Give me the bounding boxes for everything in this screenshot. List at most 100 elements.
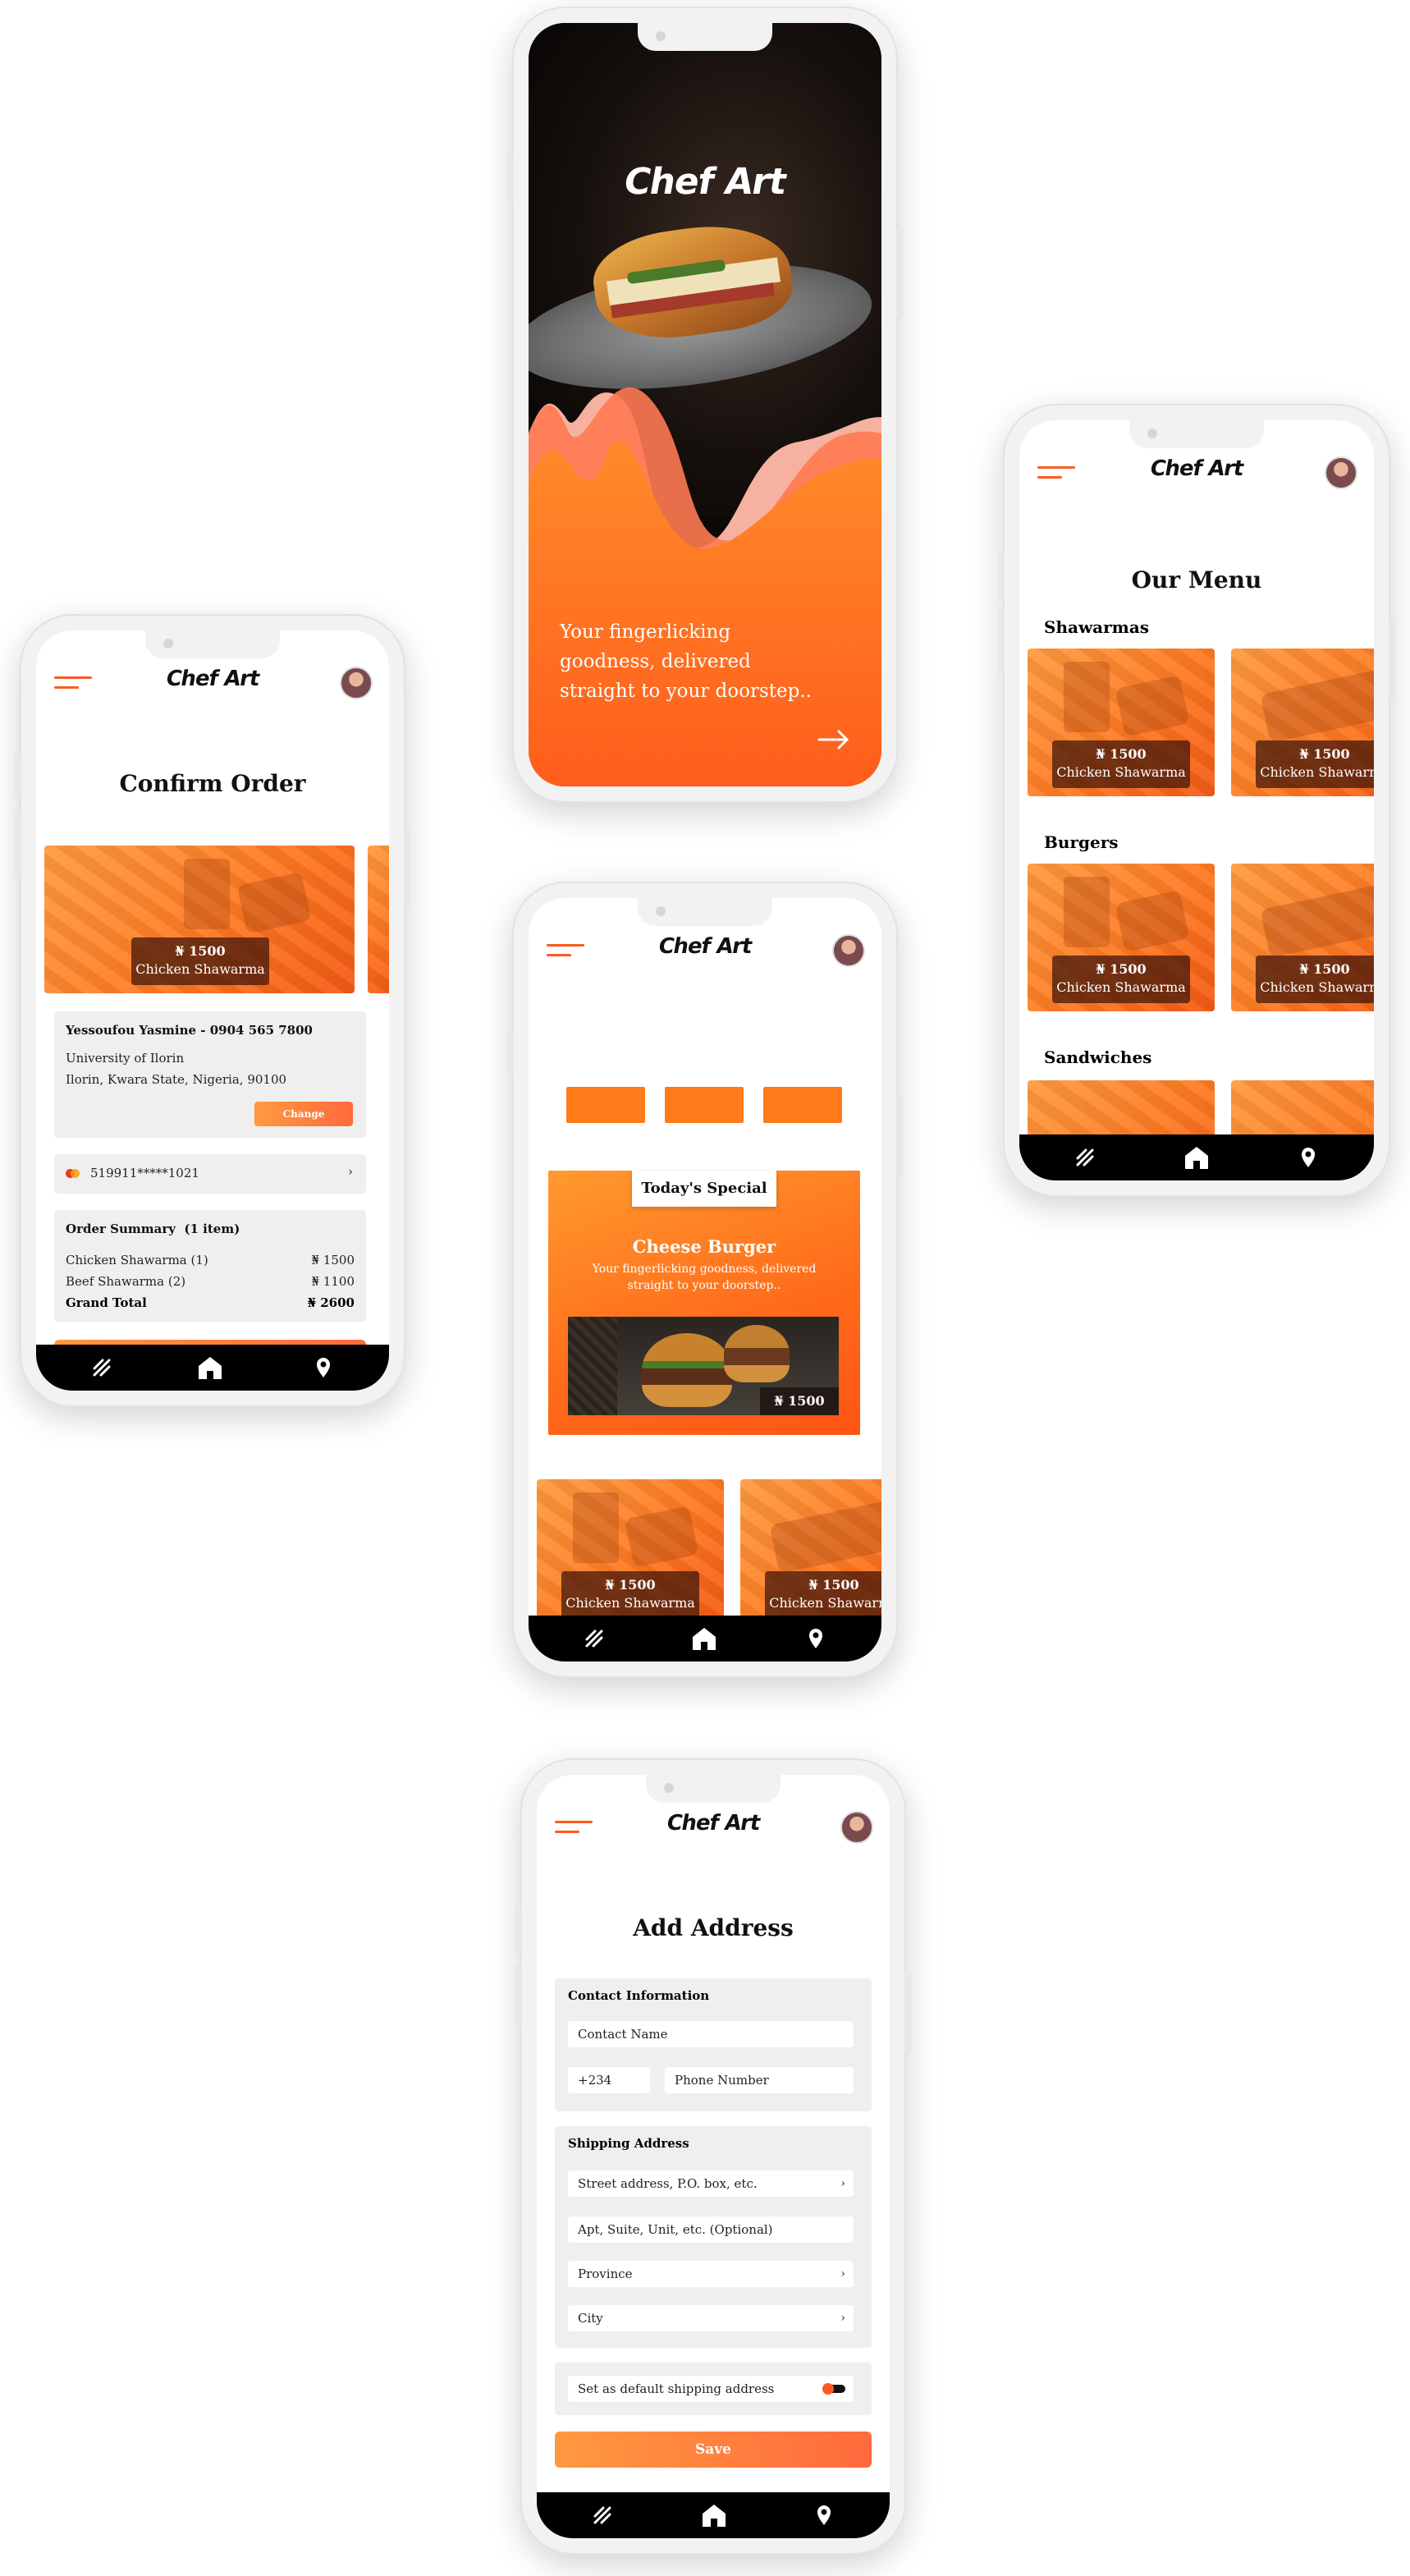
default-toggle[interactable] [822,2383,845,2395]
item-price: ₦ 1500 [605,1577,656,1593]
category-chip[interactable] [566,1087,645,1123]
summary-line-price: ₦ 1100 [311,1274,355,1289]
food-card[interactable]: ₦ 1500 Chicken Shawarma [1028,649,1215,796]
section-title: Burgers [1044,832,1119,852]
item-name: Chicken Shawarma [1056,979,1186,995]
category-chip[interactable] [763,1087,842,1123]
grand-total-value: ₦ 2600 [307,1295,355,1310]
default-address-row[interactable]: Set as default shipping address [568,2376,854,2402]
apt-field[interactable]: Apt, Suite, Unit, etc. (Optional) [568,2216,854,2243]
country-code-field[interactable]: +234 [568,2067,650,2093]
mastercard-icon [66,1169,80,1179]
menu-icon[interactable] [547,944,584,960]
special-desc: Your fingerlicking goodness, delivered s… [592,1263,817,1292]
contact-name-field[interactable]: Contact Name [568,2021,854,2047]
bottom-nav [36,1345,389,1391]
save-button[interactable]: Save [555,2432,872,2468]
menu-stripes-icon[interactable] [1060,1134,1110,1180]
home-icon[interactable] [1172,1134,1221,1180]
food-card[interactable]: ₦ 1500 Chicken Shawarma [1028,864,1215,1011]
shipping-address-panel: Shipping Address Street address, P.O. bo… [555,2126,872,2348]
card-number: 519911*****1021 [90,1166,199,1180]
province-field[interactable]: Province › [568,2261,854,2287]
arrow-right-icon[interactable] [817,727,850,752]
menu-screen: Chef Art Our Menu Shawarmas ₦ 1500 Chicke… [1019,420,1374,1180]
chevron-right-icon: › [840,2177,845,2190]
home-screen: Chef Art Today's Special Cheese Burger Y… [529,898,881,1662]
item-name: Chicken Shawarma [1260,979,1374,995]
food-card[interactable]: ₦ 1500 Chicken Shawarma [537,1479,724,1627]
splash-screen: Chef Art Your fingerlicking goodness, de… [529,23,881,786]
orange-wave [529,387,881,786]
menu-stripes-icon[interactable] [578,2492,627,2538]
location-pin-icon[interactable] [1284,1134,1333,1180]
burger-photo: ₦ 1500 [568,1317,839,1415]
section-title: Sandwiches [1044,1047,1152,1067]
avatar[interactable] [1325,456,1357,489]
order-summary: Order Summary (1 item) Chicken Shawarma … [54,1210,366,1322]
avatar[interactable] [340,667,373,699]
address-line-2: Ilorin, Kwara State, Nigeria, 90100 [66,1072,287,1087]
splash-tagline: Your fingerlicking goodness, delivered s… [560,621,812,702]
chevron-right-icon: › [840,2312,845,2325]
add-address-screen: Chef Art Add Address Contact Information… [537,1775,890,2538]
item-price: ₦ 1500 [175,943,226,959]
phone-field[interactable]: Phone Number [665,2067,854,2093]
home-icon[interactable] [185,1345,235,1391]
street-field[interactable]: Street address, P.O. box, etc. › [568,2170,854,2197]
section-title: Shawarmas [1044,617,1150,637]
avatar[interactable] [832,934,865,967]
phone-add-address: Chef Art Add Address Contact Information… [515,1758,911,2555]
order-item-card-next[interactable] [368,846,389,993]
special-price: ₦ 1500 [760,1387,839,1415]
payment-card-row[interactable]: 519911*****1021 › [54,1154,366,1194]
contact-name-phone: Yessoufou Yasmine - 0904 565 7800 [66,1023,313,1038]
delivery-panel: Yessoufou Yasmine - 0904 565 7800 Univer… [54,1011,366,1138]
page-title: Confirm Order [119,770,306,797]
contact-header: Contact Information [568,1988,710,2003]
bottom-nav [1019,1134,1374,1180]
item-price: ₦ 1500 [1299,961,1350,977]
home-icon[interactable] [689,2492,739,2538]
food-card[interactable]: ₦ 1500 Chicken Shawarma [1231,649,1374,796]
home-icon[interactable] [680,1616,729,1662]
default-address-panel: Set as default shipping address [555,2363,872,2415]
item-price: ₦ 1500 [1299,746,1350,762]
menu-icon[interactable] [555,1821,593,1837]
menu-icon[interactable] [54,676,92,693]
item-name: Chicken Shawarma [135,961,265,977]
food-card[interactable]: ₦ 1500 Chicken Shawarma [740,1479,881,1627]
food-card[interactable]: ₦ 1500 Chicken Shawarma [1231,864,1374,1011]
summary-line-price: ₦ 1500 [311,1253,355,1267]
category-chip[interactable] [665,1087,744,1123]
item-name: Chicken Shawarma [769,1595,881,1611]
address-line-1: University of Ilorin [66,1051,185,1066]
confirm-order-screen: Chef Art Confirm Order ₦ 1500 Chicken Sh… [36,630,389,1391]
grand-total-label: Grand Total [66,1295,147,1310]
menu-stripes-icon[interactable] [77,1345,126,1391]
summary-line-name: Beef Shawarma (2) [66,1274,186,1289]
app-logo: Chef Art [664,1811,762,1836]
phone-splash: Chef Art Your fingerlicking goodness, de… [507,7,903,803]
phone-menu: Chef Art Our Menu Shawarmas ₦ 1500 Chicke… [998,404,1395,1197]
bottom-nav [529,1616,881,1662]
page-title: Our Menu [1131,566,1262,594]
city-field[interactable]: City › [568,2305,854,2331]
avatar[interactable] [840,1811,873,1844]
change-button[interactable]: Change [254,1102,353,1126]
order-item-card[interactable]: ₦ 1500 Chicken Shawarma [44,846,355,993]
chevron-right-icon: › [348,1164,353,1179]
item-name: Chicken Shawarma [565,1595,695,1611]
bottom-nav [537,2492,890,2538]
location-pin-icon[interactable] [791,1616,840,1662]
app-logo: Chef Art [1147,456,1246,481]
location-pin-icon[interactable] [299,1345,348,1391]
menu-stripes-icon[interactable] [570,1616,619,1662]
menu-icon[interactable] [1037,466,1075,483]
chevron-right-icon: › [840,2267,845,2280]
summary-header: Order Summary (1 item) [66,1222,240,1236]
location-pin-icon[interactable] [799,2492,849,2538]
todays-special-card[interactable]: Today's Special Cheese Burger Your finge… [548,1171,860,1435]
phone-confirm-order: Chef Art Confirm Order ₦ 1500 Chicken Sh… [15,614,410,1407]
contact-info-panel: Contact Information Contact Name +234 Ph… [555,1978,872,2111]
